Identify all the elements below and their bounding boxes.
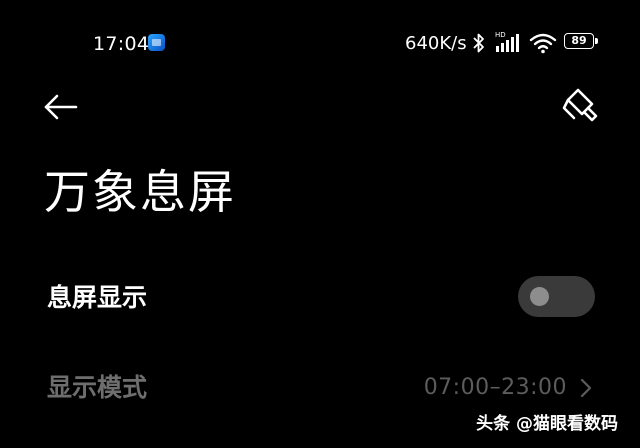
status-bar: 17:04 640K/s HD 89 [0,0,640,88]
customize-style-button[interactable] [558,84,602,126]
display-mode-value: 07:00–23:00 [423,375,567,400]
display-mode-label: 显示模式 [47,373,148,402]
watermark: 头条 @猫眼看数码 [476,414,618,434]
network-speed: 640K/s [405,33,467,54]
aod-setting-label: 息屏显示 [47,283,148,312]
paint-roller-icon [562,88,598,122]
aod-toggle[interactable] [518,276,595,317]
arrow-left-icon [44,94,78,120]
app-notification-icon [148,34,165,51]
battery-level: 89 [571,34,587,47]
status-time: 17:04 [93,33,150,55]
bluetooth-icon [473,33,484,53]
chevron-right-icon [580,378,592,398]
signal-icon [496,34,519,52]
toggle-knob [530,287,549,306]
page-title: 万象息屏 [44,165,236,219]
back-button[interactable] [40,90,80,124]
battery-icon: 89 [564,33,600,51]
wifi-icon [529,33,557,54]
